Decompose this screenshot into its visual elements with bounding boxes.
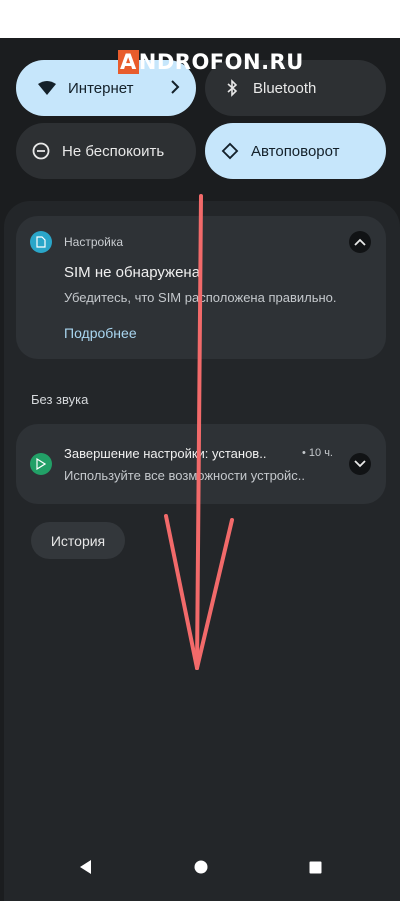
notification-title: Завершение настройки: установ.. — [64, 446, 267, 461]
history-button[interactable]: История — [31, 522, 125, 559]
sim-settings-icon — [30, 231, 52, 253]
notification-title: SIM не обнаружена — [64, 264, 201, 281]
tile-bluetooth-label: Bluetooth — [253, 79, 317, 97]
status-bar-area — [0, 0, 400, 38]
back-triangle-icon[interactable] — [75, 857, 95, 877]
watermark-badge: A — [118, 50, 139, 74]
watermark: ANDROFON.RU — [118, 50, 304, 74]
tile-internet-label: Интернет — [68, 79, 134, 97]
play-store-icon — [30, 453, 52, 475]
watermark-text: NDROFON.RU — [138, 50, 304, 74]
rotate-icon — [219, 140, 241, 162]
notification-text: Используйте все возможности устройс.. — [64, 468, 306, 483]
notification-setup[interactable]: Завершение настройки: установ.. • 10 ч. … — [16, 424, 386, 504]
tile-autorotate-label: Автоповорот — [251, 142, 340, 160]
collapse-button[interactable] — [349, 231, 371, 253]
tile-dnd[interactable]: Не беспокоить — [16, 123, 196, 179]
wifi-icon — [36, 77, 58, 99]
tile-dnd-label: Не беспокоить — [62, 142, 165, 160]
do-not-disturb-icon — [30, 140, 52, 162]
notification-text: Убедитесь, что SIM расположена правильно… — [64, 290, 337, 305]
notification-action-more[interactable]: Подробнее — [64, 325, 137, 341]
notification-app-name: Настройка — [64, 235, 124, 249]
navigation-bar — [0, 845, 400, 889]
notification-sim[interactable]: Настройка SIM не обнаружена Убедитесь, ч… — [16, 216, 386, 359]
tile-autorotate[interactable]: Автоповорот — [205, 123, 386, 179]
silent-section-header: Без звука — [31, 392, 89, 407]
notification-time: • 10 ч. — [302, 447, 333, 459]
recents-square-icon[interactable] — [305, 857, 325, 877]
bluetooth-icon — [221, 77, 243, 99]
chevron-right-icon — [170, 78, 180, 99]
expand-button[interactable] — [349, 453, 371, 475]
home-circle-icon[interactable] — [191, 857, 211, 877]
